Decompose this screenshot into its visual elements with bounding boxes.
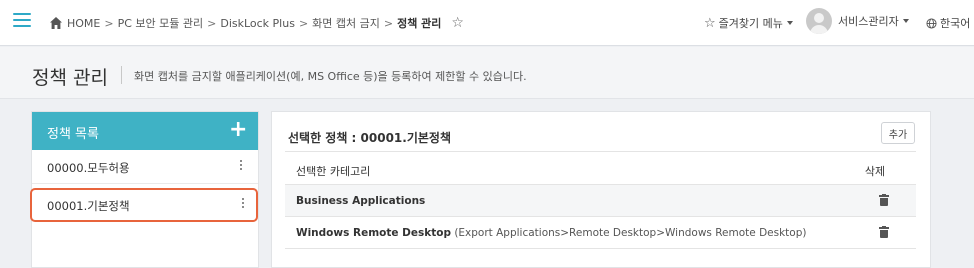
breadcrumb-separator: > (383, 16, 394, 30)
table-row[interactable]: Business Applications (285, 185, 916, 217)
breadcrumb: HOME > PC 보안 모듈 관리 > DiskLock Plus > 화면 … (49, 15, 464, 31)
selected-policy-title: 선택한 정책 : 00001.기본정책 (288, 131, 451, 145)
policy-list-title: 정책 목록 (47, 127, 99, 142)
breadcrumb-current: 정책 관리 (397, 17, 442, 30)
favorite-star-icon: ☆ (704, 15, 716, 31)
category-name: Business Applications (296, 195, 425, 207)
table-header: 선택한 카테고리 삭제 (285, 151, 916, 185)
policy-item-selected[interactable]: 00001.기본정책 (30, 188, 258, 222)
policy-list-panel: 정책 목록 + 00000.모두허용 00001.기본정책 (30, 111, 259, 268)
policy-list-header: 정책 목록 + (32, 112, 258, 150)
breadcrumb-pc-security[interactable]: PC 보안 모듈 관리 (118, 15, 204, 31)
breadcrumb-home[interactable]: HOME (67, 17, 100, 30)
category-title: Business Applications (296, 195, 426, 207)
policy-item-label: 00001.기본정책 (47, 199, 130, 213)
policy-detail-panel: 선택한 정책 : 00001.기본정책 추가 선택한 카테고리 삭제 Busin… (271, 111, 931, 268)
add-button[interactable]: 추가 (881, 122, 915, 144)
page-title: 정책 관리 (32, 67, 108, 89)
user-name: 서비스관리자 (838, 15, 899, 28)
kebab-icon[interactable] (240, 196, 246, 212)
kebab-icon[interactable] (238, 158, 244, 174)
chevron-down-icon (902, 19, 909, 23)
trash-icon[interactable] (879, 194, 889, 206)
home-icon[interactable] (49, 16, 63, 30)
category-name: Windows Remote Desktop (Export Applicati… (296, 227, 806, 239)
category-path: (Export Applications>Remote Desktop>Wind… (454, 227, 807, 239)
top-navigation-bar: HOME > PC 보안 모듈 관리 > DiskLock Plus > 화면 … (0, 0, 974, 46)
policy-item[interactable]: 00000.모두허용 (32, 150, 258, 184)
breadcrumb-disklock[interactable]: DiskLock Plus (220, 17, 295, 30)
trash-icon[interactable] (879, 226, 889, 238)
favorites-menu[interactable]: ☆ 즐겨찾기 메뉴 (704, 15, 793, 31)
star-icon[interactable]: ☆ (451, 16, 464, 30)
menu-icon[interactable] (13, 13, 31, 27)
globe-icon (926, 17, 937, 29)
favorites-label: 즐겨찾기 메뉴 (718, 17, 783, 30)
column-header-delete: 삭제 (864, 165, 886, 178)
breadcrumb-separator: > (207, 16, 217, 30)
breadcrumb-separator: > (104, 16, 114, 30)
chevron-down-icon (786, 21, 793, 25)
category-table: 선택한 카테고리 삭제 Business Applications Window… (285, 151, 916, 249)
page-description: 화면 캡처를 금지할 애플리케이션(예, MS Office 등)을 등록하여 … (134, 70, 527, 83)
policy-item-label: 00000.모두허용 (47, 161, 130, 175)
breadcrumb-separator: > (298, 16, 309, 30)
plus-icon[interactable]: + (229, 116, 247, 144)
column-header-category: 선택한 카테고리 (296, 165, 371, 178)
title-divider (121, 66, 122, 84)
category-title: Windows Remote Desktop (296, 227, 451, 239)
language-selector[interactable]: 한국어 (926, 15, 970, 31)
user-menu[interactable]: 서비스관리자 (806, 8, 909, 34)
language-label: 한국어 (940, 17, 971, 30)
breadcrumb-screen-capture[interactable]: 화면 캡처 금지 (312, 15, 380, 31)
table-row[interactable]: Windows Remote Desktop (Export Applicati… (285, 217, 916, 249)
avatar-icon (806, 8, 832, 34)
